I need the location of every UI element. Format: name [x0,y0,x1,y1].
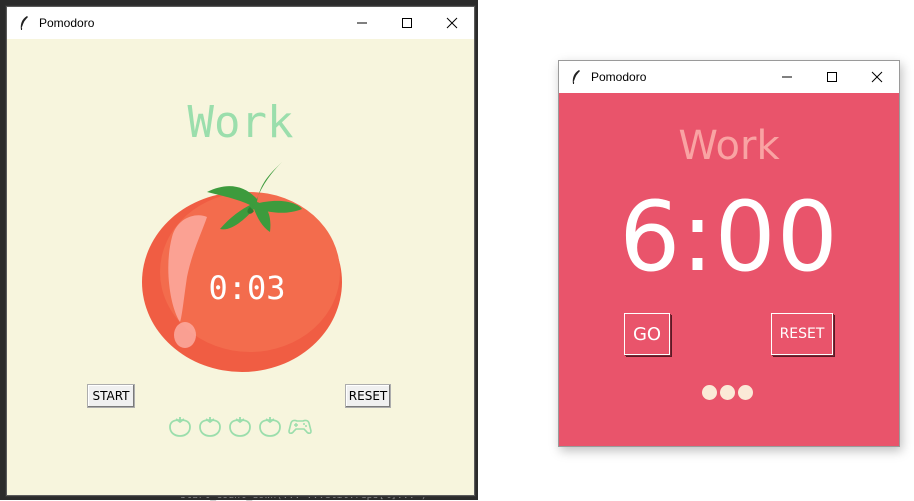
maximize-icon [401,18,412,28]
tomato-icon [259,417,281,437]
heading-label: Work [187,97,294,148]
reset-button[interactable]: RESET [771,313,833,355]
minimize-icon [781,76,792,78]
window-content: Work 6:00 GO RESET [559,93,899,446]
minimize-button[interactable] [764,61,809,93]
tomato-icon [229,417,251,437]
close-icon [446,17,457,29]
timer-display: 0:03 [208,269,286,307]
close-button[interactable] [429,7,474,39]
session-dots [702,385,753,400]
feather-icon [20,16,28,30]
session-checkmarks [167,415,313,437]
maximize-button[interactable] [384,7,429,39]
maximize-icon [826,72,837,82]
close-icon [871,71,882,83]
heading-label: Work [678,123,780,169]
window-title: Pomodoro [39,16,95,30]
pomodoro-window-left: Pomodoro Work 0:03 START RESET [6,6,475,496]
window-title: Pomodoro [591,70,647,84]
start-button[interactable]: START [87,384,135,408]
gamepad-icon [288,419,312,435]
session-dot [720,385,735,400]
reset-button[interactable]: RESET [345,384,391,408]
window-content: Work 0:03 START RESET [7,39,474,495]
timer-display: 6:00 [619,181,839,293]
title-bar[interactable]: Pomodoro [7,7,474,39]
minimize-button[interactable] [339,7,384,39]
close-button[interactable] [854,61,899,93]
session-dot [738,385,753,400]
minimize-icon [356,22,367,24]
title-bar[interactable]: Pomodoro [559,61,899,93]
go-button[interactable]: GO [624,313,670,355]
tomato-icon [199,417,221,437]
pomodoro-window-right: Pomodoro Work 6:00 GO RESET [558,60,900,447]
feather-icon [572,70,580,84]
tomato-icon [169,417,191,437]
maximize-button[interactable] [809,61,854,93]
session-dot [702,385,717,400]
